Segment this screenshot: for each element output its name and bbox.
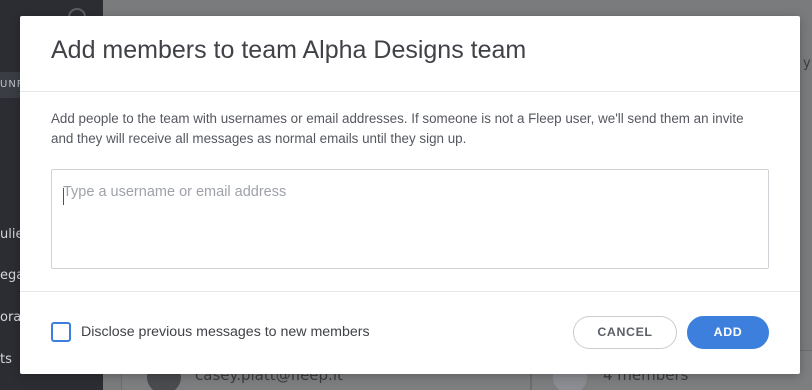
add-members-dialog: Add members to team Alpha Designs team A… — [20, 16, 800, 374]
sidebar-item: ts — [0, 352, 12, 367]
add-button[interactable]: ADD — [687, 316, 769, 349]
text-caret — [63, 188, 64, 205]
cancel-button[interactable]: CANCEL — [573, 316, 677, 349]
disclose-messages-checkbox[interactable] — [51, 322, 71, 342]
disclose-messages-option[interactable]: Disclose previous messages to new member… — [51, 321, 370, 343]
dialog-header: Add members to team Alpha Designs team — [20, 16, 800, 92]
username-email-input[interactable] — [51, 169, 769, 269]
dialog-description: Add people to the team with usernames or… — [51, 111, 744, 146]
footer-divider — [20, 291, 800, 292]
background-edge-text: y — [803, 56, 811, 71]
disclose-messages-label[interactable]: Disclose previous messages to new member… — [81, 324, 370, 340]
dialog-title: Add members to team Alpha Designs team — [51, 36, 527, 64]
sidebar-item: ora — [0, 310, 22, 325]
app-window: UNF ulie ega ora ts casey.platt@fleep.it… — [0, 0, 812, 390]
